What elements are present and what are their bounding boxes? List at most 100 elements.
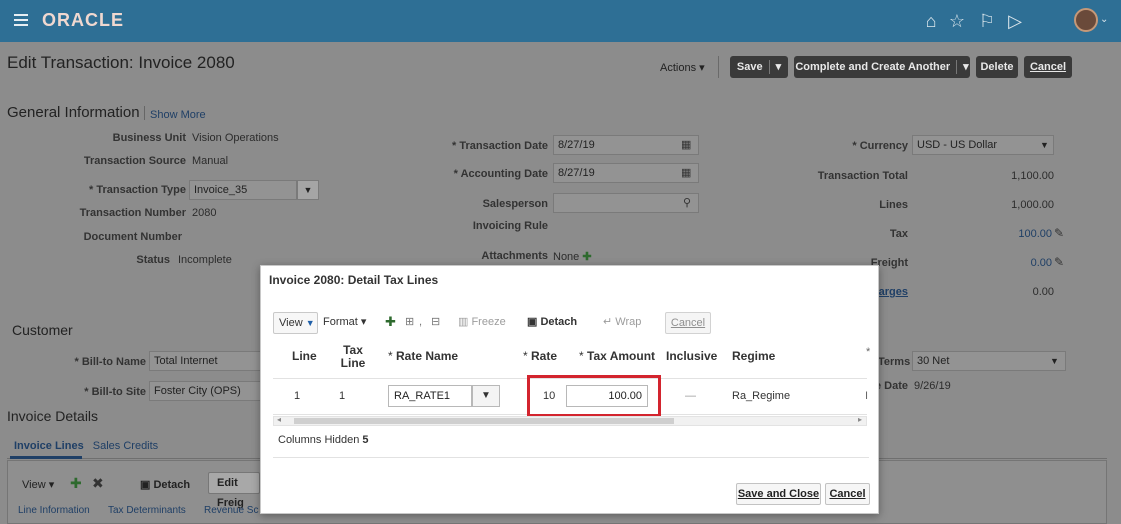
dialog-cancel-button[interactable]: Cancel: [825, 483, 870, 505]
rate-name-select[interactable]: RA_RATE1: [388, 385, 472, 407]
home-icon[interactable]: ⌂: [920, 10, 942, 32]
columns-hidden-info: Columns Hidden 5: [278, 434, 369, 446]
detach-button[interactable]: ▣ Detach: [527, 312, 577, 332]
star-icon[interactable]: ☆: [946, 10, 968, 32]
column-header-rate[interactable]: * Rate: [523, 350, 557, 363]
play-icon[interactable]: ▷: [1004, 10, 1026, 32]
tax-link[interactable]: 100.00: [1000, 228, 1052, 240]
add-icon[interactable]: ✚: [385, 312, 396, 332]
attachments-label: Attachments: [481, 250, 548, 262]
top-bar: ORACLE ⌂ ☆ ⚐ ▷ ⌄: [0, 0, 1121, 42]
cell-tax-line: 1: [339, 390, 346, 402]
add-icon[interactable]: ✚: [582, 251, 591, 263]
complete-and-create-another-button[interactable]: Complete and Create Another ▾: [794, 56, 970, 78]
chevron-down-icon[interactable]: ▼: [1050, 356, 1059, 366]
transaction-date-input[interactable]: 8/27/19: [553, 135, 699, 155]
transaction-number-label: Transaction Number: [79, 207, 186, 219]
transaction-date-label: * Transaction Date: [452, 140, 548, 152]
business-unit-label: Business Unit: [112, 132, 186, 144]
view-menu[interactable]: View ▼: [273, 312, 318, 334]
edit-icon[interactable]: ✎: [1054, 226, 1064, 240]
toolbar-cancel-button[interactable]: Cancel: [665, 312, 711, 334]
cancel-button[interactable]: Cancel: [1024, 56, 1072, 78]
transaction-source-value: Manual: [192, 155, 229, 167]
menu-icon[interactable]: [14, 14, 28, 26]
transaction-source-label: Transaction Source: [83, 155, 186, 167]
actions-menu[interactable]: Actions ▾: [660, 61, 705, 74]
subtab-line-information[interactable]: Line Information: [18, 505, 90, 516]
bill-to-name-input[interactable]: Total Internet: [149, 351, 261, 371]
invoice-tabs: Invoice Lines Sales Credits: [14, 440, 158, 452]
terms-label: Terms: [878, 356, 911, 368]
invoice-details-heading: Invoice Details: [7, 408, 99, 424]
accounting-date-label: * Accounting Date: [453, 168, 548, 180]
terms-select[interactable]: 30 Net: [912, 351, 1066, 371]
oracle-logo[interactable]: ORACLE: [42, 10, 124, 31]
scroll-right-icon[interactable]: ▸: [858, 415, 862, 424]
tab-sales-credits[interactable]: Sales Credits: [93, 440, 158, 452]
tax-label: Tax: [889, 228, 908, 240]
cell-line: 1: [294, 390, 301, 402]
status-value: Incomplete: [178, 254, 232, 266]
search-icon[interactable]: ⚲: [683, 196, 691, 209]
query-by-example-icon[interactable]: ⊟: [431, 312, 440, 332]
column-header-rate-name[interactable]: * Rate Name: [388, 350, 458, 363]
cell-regime: Ra_Regime: [732, 390, 791, 402]
save-and-close-button[interactable]: Save and Close: [736, 483, 821, 505]
delete-button[interactable]: Delete: [976, 56, 1018, 78]
due-date-value: 9/26/19: [914, 380, 951, 392]
status-label: Status: [136, 254, 170, 266]
freight-link[interactable]: 0.00: [1000, 257, 1052, 269]
calendar-icon[interactable]: ▦: [681, 166, 691, 179]
flag-icon[interactable]: ⚐: [976, 10, 998, 32]
freeze-button[interactable]: ▥ Freeze: [458, 312, 506, 332]
edit-freight-button[interactable]: Edit Freig: [208, 472, 260, 509]
currency-select[interactable]: USD - US Dollar: [912, 135, 1054, 155]
scroll-left-icon[interactable]: ◂: [277, 415, 281, 424]
toolbar-divider: [718, 56, 719, 78]
duplicate-icon[interactable]: ⊞: [405, 312, 414, 332]
highlight-annotation: [527, 375, 661, 417]
tab-invoice-lines[interactable]: Invoice Lines: [14, 440, 84, 452]
chevron-down-icon[interactable]: ▼: [1040, 140, 1049, 150]
transaction-total-label: Transaction Total: [817, 170, 908, 182]
wrap-button[interactable]: ↵ Wrap: [603, 312, 641, 332]
divider: [144, 106, 145, 120]
subtab-revenue-scheduling[interactable]: Revenue Sc: [204, 505, 258, 516]
accounting-date-input[interactable]: 8/27/19: [553, 163, 699, 183]
charges-value: 0.00: [1032, 286, 1054, 298]
chevron-down-icon[interactable]: ▼: [297, 180, 319, 200]
detach-button[interactable]: ▣ Detach: [140, 478, 190, 491]
bill-to-site-input[interactable]: Foster City (OPS): [149, 381, 261, 401]
view-menu[interactable]: View ▾: [22, 478, 54, 491]
column-header-tax-line[interactable]: Tax Line: [336, 344, 370, 370]
document-number-label: Document Number: [83, 231, 182, 243]
edit-icon[interactable]: ✎: [1054, 255, 1064, 269]
column-header-inclusive[interactable]: Inclusive: [666, 350, 717, 363]
column-header-tax-amount[interactable]: * Tax Amount: [579, 350, 655, 363]
show-more-link[interactable]: Show More: [150, 109, 206, 121]
chevron-down-icon[interactable]: ⌄: [1100, 14, 1108, 25]
column-header-line[interactable]: Line: [292, 350, 317, 363]
format-menu[interactable]: Format ▾: [323, 312, 366, 332]
save-button[interactable]: Save ▾: [730, 56, 788, 78]
lines-value: 1,000.00: [1011, 199, 1054, 211]
scrollbar-thumb[interactable]: [294, 418, 674, 424]
column-header-regime[interactable]: Regime: [732, 350, 775, 363]
page-title: Edit Transaction: Invoice 2080: [7, 53, 235, 72]
subtab-tax-determinants[interactable]: Tax Determinants: [108, 505, 186, 516]
transaction-type-select[interactable]: Invoice_35: [189, 180, 297, 200]
salesperson-input[interactable]: [553, 193, 699, 213]
delete-icon[interactable]: ✖: [92, 475, 104, 492]
avatar[interactable]: [1074, 8, 1098, 32]
chevron-down-icon[interactable]: ▼: [472, 385, 500, 407]
column-header-truncated: *: [866, 346, 871, 358]
detail-tax-lines-dialog: Invoice 2080: Detail Tax Lines View ▼ Fo…: [260, 265, 879, 514]
transaction-number-value: 2080: [192, 207, 217, 219]
horizontal-scrollbar[interactable]: ◂ ▸: [273, 415, 867, 426]
cell-truncated: I: [865, 390, 869, 402]
attachments-value[interactable]: None ✚: [553, 250, 592, 263]
calendar-icon[interactable]: ▦: [681, 138, 691, 151]
add-icon[interactable]: ✚: [70, 475, 82, 492]
invoicing-rule-label: Invoicing Rule: [472, 220, 548, 232]
